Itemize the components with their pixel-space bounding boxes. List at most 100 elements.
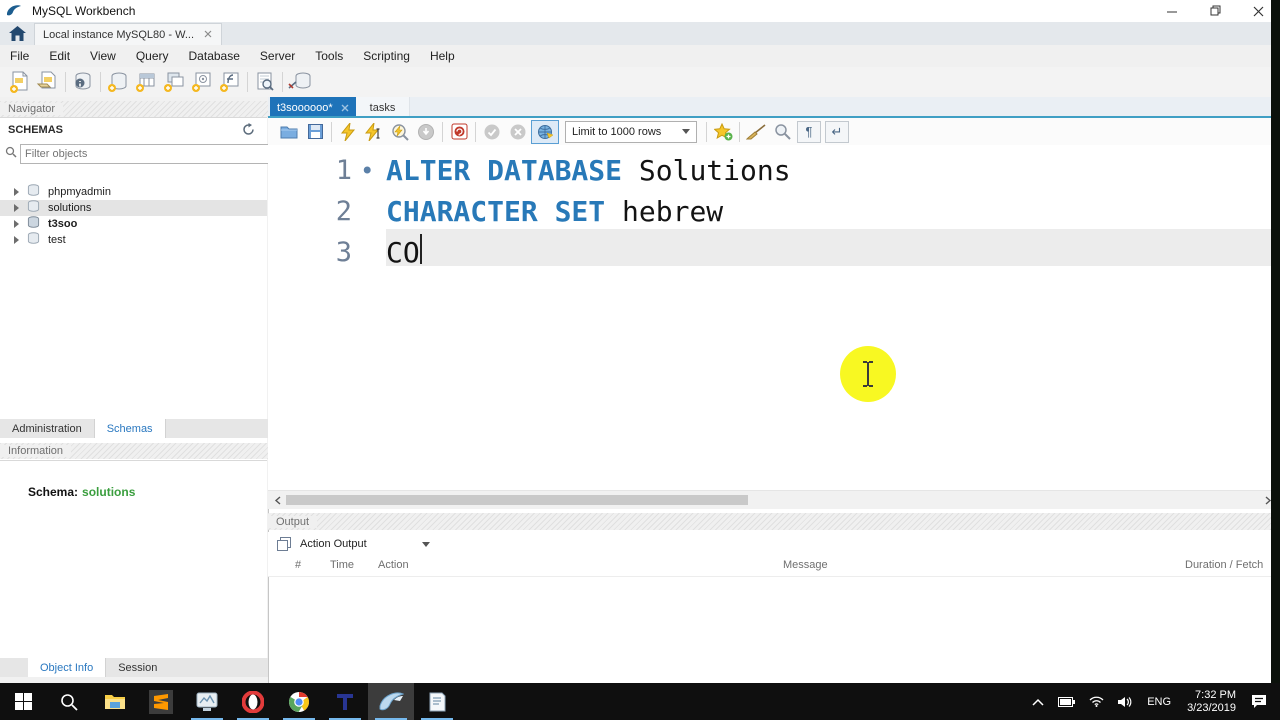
database-icon: [27, 232, 40, 248]
tab-administration[interactable]: Administration: [0, 419, 95, 438]
menu-query[interactable]: Query: [126, 49, 179, 63]
scroll-left-icon[interactable]: [270, 493, 284, 507]
reconnect-button[interactable]: [286, 69, 314, 95]
menu-view[interactable]: View: [80, 49, 126, 63]
tray-clock[interactable]: 7:32 PM 3/23/2019: [1187, 689, 1236, 715]
create-procedure-button[interactable]: [188, 69, 216, 95]
action-center-icon[interactable]: [1251, 694, 1267, 709]
query-tab-active[interactable]: t3soooooo*: [270, 97, 356, 118]
open-file-button[interactable]: [276, 121, 302, 143]
beautify-button[interactable]: [743, 121, 769, 143]
expand-arrow-icon[interactable]: [14, 236, 19, 244]
connection-tab[interactable]: Local instance MySQL80 - W...: [34, 23, 222, 45]
query-tab-close-icon[interactable]: [341, 104, 349, 112]
taskbar-mysql-workbench[interactable]: [368, 683, 414, 720]
create-table-button[interactable]: [132, 69, 160, 95]
execute-current-button[interactable]: [361, 121, 387, 143]
refresh-icon[interactable]: [242, 123, 255, 139]
taskbar-chrome[interactable]: [276, 683, 322, 720]
menu-edit[interactable]: Edit: [39, 49, 80, 63]
expand-arrow-icon[interactable]: [14, 204, 19, 212]
create-view-button[interactable]: [160, 69, 188, 95]
menu-server[interactable]: Server: [250, 49, 305, 63]
tab-object-info[interactable]: Object Info: [28, 658, 107, 677]
show-invisibles-button[interactable]: ¶: [797, 120, 821, 143]
new-sql-tab-button[interactable]: [6, 69, 34, 95]
schema-tree-item-t3soo[interactable]: t3soo: [0, 216, 267, 232]
sidebar: Navigator SCHEMAS phpmyadmin: [0, 97, 272, 683]
dropdown-caret-icon: [682, 129, 690, 134]
stop-button[interactable]: [413, 121, 439, 143]
main-toolbar: [0, 67, 1280, 158]
explain-button[interactable]: [387, 121, 413, 143]
save-button[interactable]: [302, 121, 328, 143]
query-tab-tasks[interactable]: tasks: [355, 97, 411, 118]
schema-tree-item-solutions[interactable]: solutions: [0, 200, 267, 216]
toggle-limit-button[interactable]: [531, 119, 559, 144]
horizontal-scrollbar[interactable]: [268, 490, 1280, 509]
editor-line-3: 3 CO: [268, 232, 1271, 273]
search-objects-button[interactable]: [251, 69, 279, 95]
menu-tools[interactable]: Tools: [305, 49, 353, 63]
limit-rows-dropdown[interactable]: Limit to 1000 rows: [565, 120, 697, 143]
navigator-panel-header: Navigator: [0, 101, 268, 117]
expand-arrow-icon[interactable]: [14, 220, 19, 228]
commit-button[interactable]: [479, 121, 505, 143]
inspector-button[interactable]: [69, 69, 97, 95]
filter-objects-input[interactable]: [20, 144, 272, 164]
taskbar-file-explorer[interactable]: [92, 683, 138, 720]
output-view-selector[interactable]: Action Output: [300, 538, 430, 550]
media-app-icon: [196, 692, 218, 711]
mouse-highlight: [840, 346, 896, 402]
sql-editor[interactable]: 1 • ALTER DATABASE Solutions 2 CHARACTER…: [268, 145, 1271, 490]
taskbar-media-app[interactable]: [184, 683, 230, 720]
find-button[interactable]: [769, 121, 795, 143]
taskbar-opera[interactable]: [230, 683, 276, 720]
col-message: Message: [783, 559, 828, 571]
rollback-button[interactable]: [505, 121, 531, 143]
schema-tree-item-phpmyadmin[interactable]: phpmyadmin: [0, 184, 267, 200]
schema-info-line: Schema: solutions: [28, 485, 135, 499]
menu-scripting[interactable]: Scripting: [353, 49, 420, 63]
home-tab-button[interactable]: [0, 22, 34, 45]
statement-marker-icon: •: [360, 156, 375, 185]
menu-help[interactable]: Help: [420, 49, 465, 63]
workbench-dolphin-icon: [379, 692, 404, 710]
toggle-autocommit-button[interactable]: [446, 121, 472, 143]
windows-icon: [14, 693, 32, 710]
speaker-icon[interactable]: [1118, 696, 1132, 708]
language-indicator[interactable]: ENG: [1147, 696, 1171, 708]
wrap-text-button[interactable]: ↵: [825, 120, 849, 143]
tray-chevron-icon[interactable]: [1032, 698, 1044, 706]
restore-button[interactable]: [1194, 0, 1238, 22]
sql-text: hebrew: [622, 195, 724, 228]
sidebar-footer-tabs: Object Info Session: [0, 658, 268, 677]
new-snippet-button[interactable]: [710, 121, 736, 143]
schema-info-value: solutions: [82, 485, 136, 499]
wifi-icon[interactable]: [1089, 696, 1104, 707]
create-function-button[interactable]: [216, 69, 244, 95]
create-schema-button[interactable]: [104, 69, 132, 95]
menu-database[interactable]: Database: [179, 49, 250, 63]
scrollbar-thumb[interactable]: [286, 495, 748, 505]
editor-line-1: 1 • ALTER DATABASE Solutions: [268, 150, 1271, 191]
expand-arrow-icon[interactable]: [14, 188, 19, 196]
minimize-button[interactable]: [1150, 0, 1194, 22]
schema-tree-item-test[interactable]: test: [0, 232, 267, 248]
taskbar-sublime-text[interactable]: [138, 683, 184, 720]
battery-icon[interactable]: [1058, 696, 1076, 707]
taskbar-notepad[interactable]: [414, 683, 460, 720]
information-panel: Schema: solutions: [0, 460, 267, 658]
tray-time: 7:32 PM: [1195, 688, 1236, 701]
open-sql-file-button[interactable]: [34, 69, 62, 95]
taskbar-t-app[interactable]: [322, 683, 368, 720]
tab-schemas[interactable]: Schemas: [94, 419, 166, 438]
screen-edge-strip: [1271, 0, 1280, 683]
menu-file[interactable]: File: [0, 49, 39, 63]
tab-session[interactable]: Session: [106, 658, 169, 677]
start-button[interactable]: [0, 683, 46, 720]
execute-button[interactable]: [335, 121, 361, 143]
connection-tab-close-icon[interactable]: [204, 29, 212, 41]
taskbar-search-button[interactable]: [46, 683, 92, 720]
connection-tab-strip: Local instance MySQL80 - W...: [0, 22, 1280, 45]
